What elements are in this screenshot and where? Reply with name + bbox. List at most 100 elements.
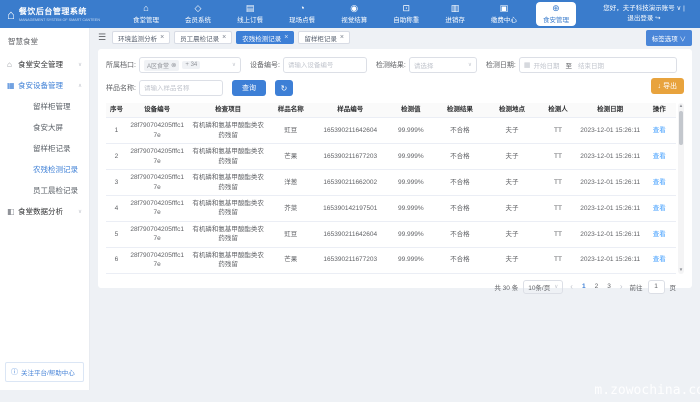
cell-value: 99.999% xyxy=(388,247,434,273)
search-button[interactable]: 查询 xyxy=(232,80,266,96)
sidebar-item-icon: ◧ xyxy=(7,207,18,216)
help-center-button[interactable]: ⓘ 关注平台/帮助中心 xyxy=(5,362,84,382)
cell-sample-no: 165390211662002 xyxy=(313,170,388,196)
table-row: 2 28f790704205fffc17e 有机磷和氨基甲酸酯类农药残留 芒果 … xyxy=(106,144,676,170)
page-tab[interactable]: 农残检测记录 × xyxy=(236,31,294,44)
page-number-button[interactable]: 3 xyxy=(605,283,613,290)
page-tab-label: 环境监测分析 xyxy=(118,33,157,43)
cell-date: 2023-12-01 15:26:11 xyxy=(578,221,643,247)
cell-sample: 洋葱 xyxy=(269,170,313,196)
topnav-item[interactable]: ◔ 现场点餐 xyxy=(282,0,322,28)
user-account-area: 您好，夫子科技演示账号 ∨ | 退出登录 ↪ xyxy=(588,0,700,28)
cell-person: TT xyxy=(538,195,578,221)
view-link[interactable]: 查看 xyxy=(653,256,666,263)
view-link[interactable]: 查看 xyxy=(653,205,666,212)
cell-place: 夫子 xyxy=(486,221,538,247)
table-row: 1 28f790704205fffc17e 有机磷和氨基甲酸酯类农药残留 豇豆 … xyxy=(106,118,676,144)
result-select[interactable]: 请选择 ∨ xyxy=(409,57,477,73)
page-number-button[interactable]: 2 xyxy=(593,283,601,290)
next-page-button[interactable]: › xyxy=(618,282,625,291)
topnav-item[interactable]: ◉ 视觉结算 xyxy=(334,0,374,28)
remove-tag-icon[interactable]: ⊗ xyxy=(171,61,176,69)
cell-sample: 芒果 xyxy=(269,247,313,273)
page-size-select[interactable]: 10条/页 ∨ xyxy=(523,280,563,294)
chevron-down-icon: ∨ xyxy=(680,36,687,43)
logout-button[interactable]: 退出登录 ↪ xyxy=(627,14,660,24)
cell-person: TT xyxy=(538,170,578,196)
topnav-item-icon: ⌂ xyxy=(143,4,148,13)
topnav-item[interactable]: ▤ 线上订餐 xyxy=(230,0,270,28)
logout-icon: ↪ xyxy=(655,15,660,22)
topnav-item[interactable]: ⌂ 食堂管理 xyxy=(126,0,166,28)
view-link[interactable]: 查看 xyxy=(653,231,666,238)
scrollbar-thumb[interactable] xyxy=(679,111,683,145)
page-number-button[interactable]: 1 xyxy=(580,283,588,290)
cell-device: 28f790704205fffc17e xyxy=(127,170,188,196)
view-link[interactable]: 查看 xyxy=(653,179,666,186)
cell-person: TT xyxy=(538,247,578,273)
export-label: 导出 xyxy=(663,81,677,91)
calendar-icon: ▦ xyxy=(524,61,531,69)
cell-date: 2023-12-01 15:26:11 xyxy=(578,247,643,273)
page-tab[interactable]: 留样柜记录 × xyxy=(298,31,350,44)
topnav-item-icon: ◉ xyxy=(350,4,358,13)
pagination: 共 30 条 10条/页 ∨ ‹ 1 2 3 › 前往 页 xyxy=(106,280,684,294)
user-dropdown[interactable]: 您好，夫子科技演示账号 ∨ | xyxy=(603,4,685,14)
page-tab[interactable]: 员工晨检记录 × xyxy=(174,31,232,44)
filter-row-2: 样品名称: 查询 ↻ xyxy=(106,80,684,96)
close-tab-icon[interactable]: × xyxy=(160,34,164,41)
export-button[interactable]: ↓ 导出 xyxy=(651,78,685,94)
result-filter: 检测结果: 请选择 ∨ xyxy=(376,57,477,73)
topnav-item-label: 视觉结算 xyxy=(341,14,367,24)
col-header-place: 检测地点 xyxy=(486,103,538,118)
cell-value: 99.999% xyxy=(388,195,434,221)
collapse-menu-icon[interactable]: ☰ xyxy=(98,32,106,43)
device-input[interactable] xyxy=(288,62,362,69)
sidebar-menu-item[interactable]: ⌂ 食堂安全管理 ∨ xyxy=(0,54,89,75)
tab-options-button[interactable]: 标签选项 ∨ xyxy=(646,30,692,46)
cell-place: 夫子 xyxy=(486,144,538,170)
scroll-up-icon[interactable]: ▲ xyxy=(678,104,684,109)
app-logo: ⌂ 餐饮后台管理系统 MANAGEMENT SYSTEM OF SMART CA… xyxy=(0,0,114,28)
refresh-button[interactable]: ↻ xyxy=(275,80,293,96)
goto-page-input[interactable] xyxy=(648,280,665,294)
user-greeting: 您好，夫子科技演示账号 xyxy=(603,5,675,12)
stall-multiselect[interactable]: A区食堂 ⊗ + 34 ∨ xyxy=(139,57,241,73)
sidebar-menu-item[interactable]: 食安大屏 xyxy=(0,117,89,138)
date-separator: 至 xyxy=(565,60,572,70)
view-link[interactable]: 查看 xyxy=(653,127,666,134)
vertical-scrollbar[interactable]: ▲ ▼ xyxy=(678,103,684,274)
topnav-item[interactable]: ⊡ 自助称重 xyxy=(386,0,426,28)
topnav-item[interactable]: ◇ 会员系统 xyxy=(178,0,218,28)
topnav-item[interactable]: ▥ 进销存 xyxy=(438,0,472,28)
sidebar-menu-item[interactable]: ◧ 食堂数据分析 ∨ xyxy=(0,201,89,222)
cell-result: 不合格 xyxy=(434,144,486,170)
view-link[interactable]: 查看 xyxy=(653,153,666,160)
topnav-item[interactable]: ▣ 缴费中心 xyxy=(484,0,524,28)
scroll-down-icon[interactable]: ▼ xyxy=(678,268,684,273)
prev-page-button[interactable]: ‹ xyxy=(568,282,575,291)
cell-value: 99.999% xyxy=(388,144,434,170)
sidebar-menu-item[interactable]: 员工晨检记录 xyxy=(0,180,89,201)
chevron-icon: ∨ xyxy=(78,62,82,68)
cell-item: 有机磷和氨基甲酸酯类农药残留 xyxy=(187,247,268,273)
sample-input[interactable] xyxy=(144,85,218,92)
cell-sample: 芥菜 xyxy=(269,195,313,221)
close-tab-icon[interactable]: × xyxy=(284,34,288,41)
sidebar-menu-item[interactable]: 留样柜记录 xyxy=(0,138,89,159)
close-tab-icon[interactable]: × xyxy=(340,34,344,41)
sidebar-menu-item[interactable]: 留样柜管理 xyxy=(0,96,89,117)
page-size-label: 10条/页 xyxy=(528,282,550,292)
col-header-date: 检测日期 xyxy=(578,103,643,118)
page-tab[interactable]: 环境监测分析 × xyxy=(112,31,170,44)
cell-place: 夫子 xyxy=(486,118,538,144)
sidebar-menu-item[interactable]: ▦ 食安设备管理 ∧ xyxy=(0,75,89,96)
topnav-item[interactable]: ⊕ 食安管理 xyxy=(536,2,576,26)
sample-filter: 样品名称: xyxy=(106,80,223,96)
date-range-picker[interactable]: ▦ 开始日期 至 结束日期 xyxy=(519,57,677,73)
col-header-sample: 样品名称 xyxy=(269,103,313,118)
cell-sample-no: 165390211642604 xyxy=(313,118,388,144)
close-tab-icon[interactable]: × xyxy=(222,34,226,41)
cell-person: TT xyxy=(538,144,578,170)
sidebar-menu-item[interactable]: 农残检测记录 xyxy=(0,159,89,180)
